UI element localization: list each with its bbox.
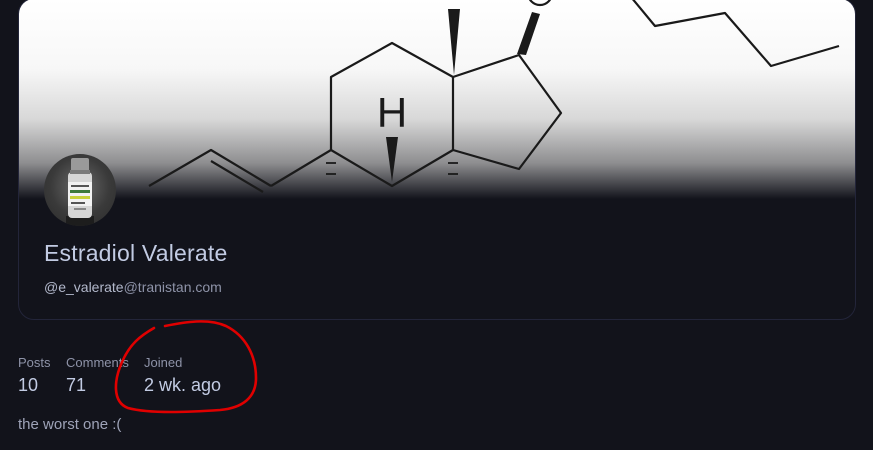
- profile-banner: H: [19, 0, 855, 199]
- profile-bio: the worst one :(: [18, 416, 122, 433]
- stat-comments-label: Comments: [66, 355, 129, 370]
- stat-comments-value: 71: [66, 375, 87, 395]
- stat-posts: Posts 10: [18, 355, 51, 396]
- stat-posts-value: 10: [18, 375, 39, 395]
- stat-posts-label: Posts: [18, 355, 51, 370]
- handle-domain: @tranistan.com: [123, 279, 222, 295]
- profile-display-name: Estradiol Valerate: [44, 240, 228, 266]
- handle-username: @e_valerate: [44, 279, 124, 295]
- molecule-structure-image: H: [148, 0, 840, 193]
- stat-joined: Joined 2 wk. ago: [144, 355, 221, 396]
- stat-joined-value: 2 wk. ago: [144, 375, 222, 395]
- stat-joined-label: Joined: [144, 355, 183, 370]
- profile-card: H Estradiol Valerate @e_valerate@tranist…: [18, 0, 856, 320]
- avatar[interactable]: [44, 154, 116, 226]
- stat-comments: Comments 71: [66, 355, 129, 396]
- profile-handle[interactable]: @e_valerate@tranistan.com: [44, 279, 222, 295]
- hydrogen-atom-label: H: [377, 89, 407, 136]
- medication-vial-icon: [66, 158, 94, 226]
